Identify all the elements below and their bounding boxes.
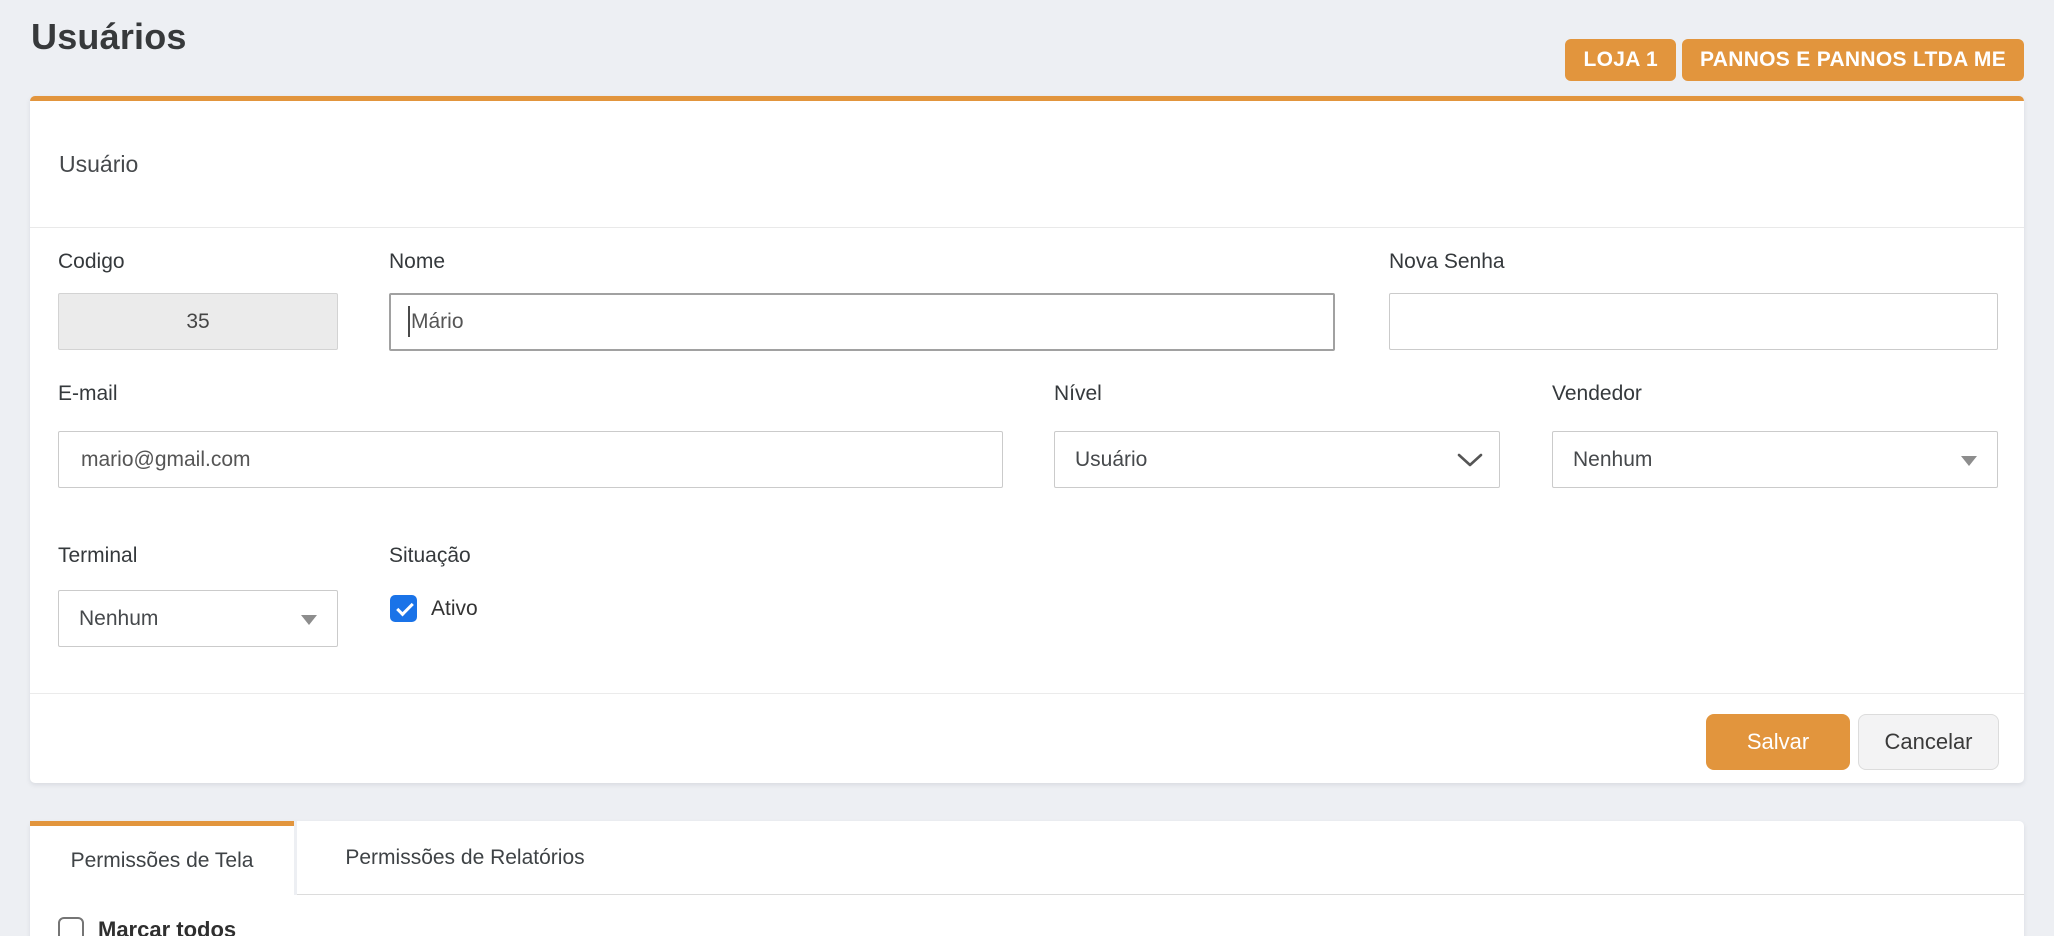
ativo-checkbox-row: Ativo [390,595,478,622]
nivel-select[interactable]: Usuário [1054,431,1500,488]
caret-down-icon [1961,456,1977,466]
nivel-selected-value: Usuário [1075,448,1147,472]
nivel-label: Nível [1054,382,1102,406]
header-divider [30,227,2024,228]
codigo-field [58,293,338,350]
nome-field-wrapper [389,293,1335,351]
page-title: Usuários [31,16,187,58]
ativo-checkbox[interactable] [390,595,417,622]
vendedor-label: Vendedor [1552,382,1642,406]
select-all-row: Marcar todos [58,917,236,936]
vendedor-selected-value: Nenhum [1573,448,1652,472]
text-cursor [408,306,410,337]
permissions-card: Permissões de Tela Permissões de Relatór… [30,821,2024,936]
caret-down-icon [301,615,317,625]
nome-field[interactable] [389,293,1335,351]
card-title: Usuário [59,151,138,178]
user-form-card: Usuário Codigo Nome Nova Senha E-mail Ní… [30,96,2024,783]
permissions-tabbar: Permissões de Tela Permissões de Relatór… [30,821,2024,895]
chevron-down-icon [1457,452,1483,468]
terminal-selected-value: Nenhum [79,607,158,631]
email-field[interactable] [58,431,1003,488]
terminal-label: Terminal [58,544,137,568]
save-button[interactable]: Salvar [1706,714,1850,770]
company-badge[interactable]: PANNOS E PANNOS LTDA ME [1682,39,2024,81]
nome-label: Nome [389,250,445,274]
header-badges: LOJA 1 PANNOS E PANNOS LTDA ME [1565,39,2024,81]
email-label: E-mail [58,382,118,406]
situacao-label: Situação [389,544,471,568]
tab-permissoes-de-tela[interactable]: Permissões de Tela [30,821,294,895]
terminal-select[interactable]: Nenhum [58,590,338,647]
ativo-checkbox-text: Ativo [431,597,478,621]
nova-senha-label: Nova Senha [1389,250,1505,274]
select-all-label: Marcar todos [98,917,236,936]
footer-divider [30,693,2024,694]
tabbar-rest: Permissões de Relatórios [297,821,2024,895]
select-all-checkbox[interactable] [58,917,84,936]
store-badge[interactable]: LOJA 1 [1565,39,1676,81]
nova-senha-field[interactable] [1389,293,1998,350]
vendedor-select[interactable]: Nenhum [1552,431,1998,488]
cancel-button[interactable]: Cancelar [1858,714,1999,770]
tab-permissoes-de-relatorios[interactable]: Permissões de Relatórios [297,821,633,894]
codigo-label: Codigo [58,250,125,274]
